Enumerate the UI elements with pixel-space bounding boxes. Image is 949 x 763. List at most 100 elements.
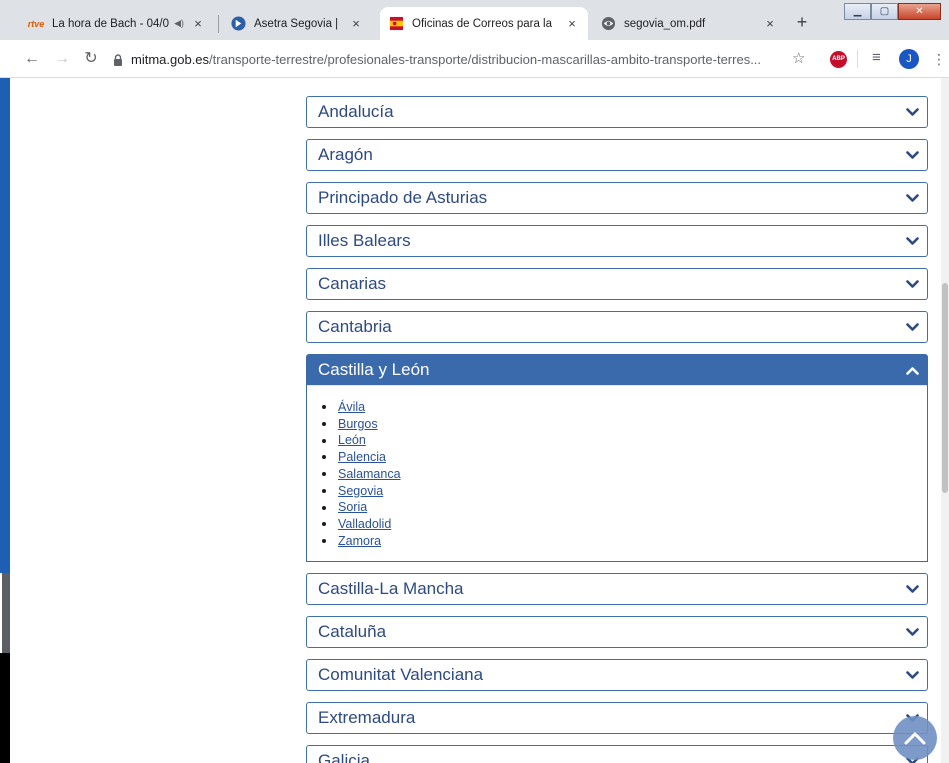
bookmark-star-icon[interactable]: ☆	[792, 49, 805, 67]
audio-playing-icon[interactable]: ◀︎)	[174, 18, 184, 29]
rtve-icon: rtve	[27, 18, 45, 29]
province-link[interactable]: Valladolid	[338, 516, 391, 533]
chevron-down-icon[interactable]	[905, 105, 919, 119]
url-path: /transporte-terrestre/profesionales-tran…	[209, 52, 762, 67]
chevron-down-icon[interactable]	[905, 191, 919, 205]
chevron-down-icon[interactable]	[905, 668, 919, 682]
tab-pdf[interactable]: segovia_om.pdf ×	[592, 7, 786, 40]
toolbar-separator	[857, 50, 858, 68]
address-bar[interactable]: mitma.gob.es/transporte-terrestre/profes…	[113, 47, 823, 72]
tab-asetra[interactable]: Asetra Segovia | ×	[222, 7, 372, 40]
province-link[interactable]: Zamora	[338, 533, 381, 550]
region-accordion-item: Comunitat Valenciana	[306, 659, 928, 692]
province-list-item: Soria	[320, 499, 927, 516]
region-header[interactable]: Extremadura	[307, 703, 927, 733]
chevron-down-icon[interactable]	[905, 625, 919, 639]
chevron-up-icon	[904, 731, 926, 745]
asetra-icon	[230, 16, 246, 32]
browser-toolbar: ← → ↻ mitma.gob.es/transporte-terrestre/…	[0, 40, 949, 78]
region-header[interactable]: Canarias	[307, 269, 927, 299]
province-link[interactable]: Soria	[338, 499, 367, 516]
lock-icon	[113, 53, 123, 66]
back-icon[interactable]: ←	[21, 48, 43, 70]
region-header[interactable]: Comunitat Valenciana	[307, 660, 927, 690]
tab-correos[interactable]: Oficinas de Correos para la ×	[380, 7, 588, 40]
bullet-icon	[322, 505, 326, 510]
scrollbar[interactable]	[941, 78, 949, 763]
region-name: Comunitat Valenciana	[318, 665, 484, 685]
province-list-item: León	[320, 432, 927, 449]
chevron-down-icon[interactable]	[905, 582, 919, 596]
window-controls: ▁ ▢ ✕	[844, 3, 941, 20]
region-name: Galicia	[318, 751, 370, 763]
tab-strip: rtve La hora de Bach - 04/0 ◀︎) × Asetra…	[0, 0, 949, 40]
scrollbar-thumb[interactable]	[942, 283, 948, 493]
bullet-icon	[322, 455, 326, 460]
region-accordion-item: Principado de Asturias	[306, 182, 928, 214]
maximize-icon[interactable]: ▢	[871, 3, 898, 20]
new-tab-button[interactable]: +	[791, 12, 813, 34]
region-accordion-item: Cantabria	[306, 311, 928, 343]
close-window-icon[interactable]: ✕	[898, 3, 941, 20]
tab-separator	[218, 15, 219, 33]
chevron-down-icon[interactable]	[905, 234, 919, 248]
province-link[interactable]: Burgos	[338, 416, 378, 433]
region-accordion-item: Extremadura	[306, 702, 928, 735]
region-header[interactable]: Castilla y León	[307, 355, 927, 385]
province-list: Ávila Burgos León Palencia Salamanca Segovia S…	[320, 399, 927, 549]
province-link[interactable]: León	[338, 432, 366, 449]
bullet-icon	[322, 472, 326, 477]
chevron-down-icon[interactable]	[905, 320, 919, 334]
province-link[interactable]: Palencia	[338, 449, 386, 466]
region-header[interactable]: Cantabria	[307, 312, 927, 342]
region-accordion-item: Cataluña	[306, 616, 928, 649]
region-name: Extremadura	[318, 708, 416, 728]
tab-title: segovia_om.pdf	[624, 17, 706, 30]
region-name: Andalucía	[318, 102, 394, 121]
bullet-icon	[322, 538, 326, 543]
adblock-plus-icon[interactable]: ABP	[830, 51, 847, 68]
bullet-icon	[322, 405, 326, 410]
province-link[interactable]: Segovia	[338, 483, 383, 500]
desktop-background	[0, 78, 10, 763]
region-header[interactable]: Aragón	[307, 140, 927, 170]
chevron-down-icon[interactable]	[905, 148, 919, 162]
region-header[interactable]: Cataluña	[307, 617, 927, 647]
province-list-item: Segovia	[320, 483, 927, 500]
tab-title: Oficinas de Correos para la	[412, 17, 552, 30]
tab-rtve[interactable]: rtve La hora de Bach - 04/0 ◀︎) ×	[20, 7, 214, 40]
region-accordion-item: Aragón	[306, 139, 928, 171]
bullet-icon	[322, 522, 326, 527]
region-header[interactable]: Galicia	[307, 746, 927, 763]
reading-list-icon[interactable]: ≡	[872, 49, 881, 66]
province-list-item: Ávila	[320, 399, 927, 416]
close-tab-icon[interactable]: ×	[762, 16, 778, 31]
close-tab-icon[interactable]: ×	[348, 16, 364, 31]
region-header[interactable]: Illes Balears	[307, 226, 927, 256]
province-list-item: Burgos	[320, 416, 927, 433]
province-link[interactable]: Ávila	[338, 399, 365, 416]
region-header[interactable]: Principado de Asturias	[307, 183, 927, 213]
province-list-item: Zamora	[320, 533, 927, 550]
profile-avatar[interactable]: J	[899, 49, 919, 69]
gov-spain-icon	[388, 16, 404, 32]
province-link[interactable]: Salamanca	[338, 466, 401, 483]
page-content: Andalucía Aragón Principado de Asturias Ill…	[10, 78, 941, 763]
region-name: Principado de Asturias	[318, 188, 488, 207]
chevron-up-icon[interactable]	[905, 363, 919, 377]
close-tab-icon[interactable]: ×	[190, 16, 206, 31]
scroll-to-top-button[interactable]	[893, 716, 937, 760]
chevron-down-icon[interactable]	[905, 277, 919, 291]
region-accordion-item: Canarias	[306, 268, 928, 300]
close-tab-icon[interactable]: ×	[564, 16, 580, 31]
region-header[interactable]: Castilla-La Mancha	[307, 574, 927, 604]
reload-icon[interactable]: ↻	[80, 48, 102, 70]
region-accordion-item: Illes Balears	[306, 225, 928, 257]
region-header[interactable]: Andalucía	[307, 97, 927, 127]
menu-kebab-icon[interactable]: ⋮	[932, 50, 946, 68]
regions-accordion: Andalucía Aragón Principado de Asturias Ill…	[306, 96, 928, 763]
forward-icon[interactable]: →	[51, 48, 73, 70]
minimize-icon[interactable]: ▁	[844, 3, 871, 20]
globe-icon	[600, 16, 616, 32]
province-list-item: Palencia	[320, 449, 927, 466]
